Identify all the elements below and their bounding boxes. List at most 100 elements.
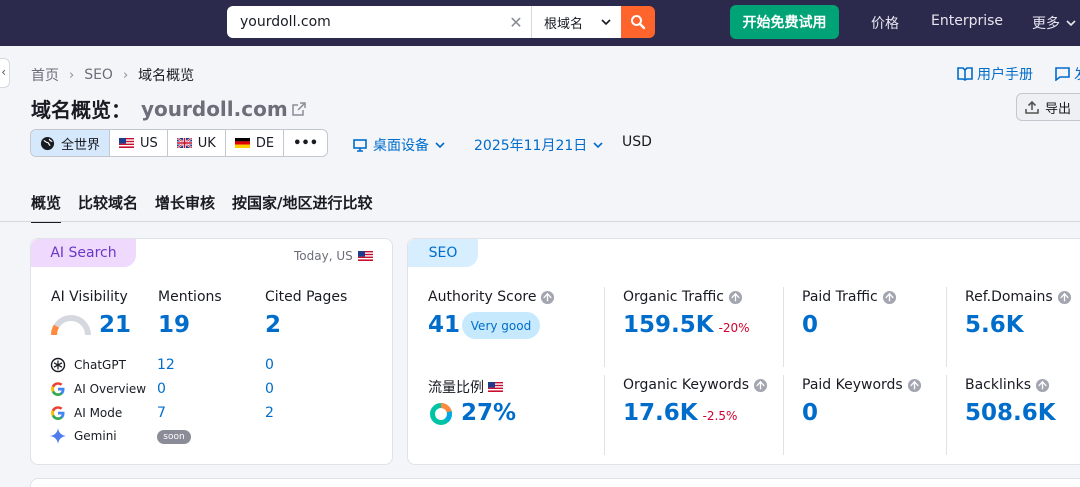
authority-score-value[interactable]: 41: [428, 312, 460, 338]
chatgpt-icon: [50, 357, 66, 373]
organic-traffic-text: Organic Traffic: [623, 289, 724, 305]
ai-visibility-value[interactable]: 21: [99, 312, 131, 338]
paid-keywords-text: Paid Keywords: [802, 377, 903, 393]
feedback-link[interactable]: 发: [1055, 64, 1080, 84]
date-select[interactable]: 2025年11月21日: [474, 135, 603, 155]
breadcrumb-home[interactable]: 首页: [31, 65, 59, 85]
authority-score-label: Authority Score: [428, 289, 555, 305]
feedback-label: 发: [1074, 64, 1080, 84]
upload-icon: [1025, 100, 1039, 114]
tab-compare-domains[interactable]: 比较域名: [78, 192, 138, 223]
nav-more-label: 更多: [1032, 16, 1060, 32]
google-icon: [51, 382, 65, 396]
region-us-button[interactable]: US: [110, 130, 168, 156]
traffic-share-donut-icon: [430, 403, 452, 425]
metric-divider: [783, 375, 784, 455]
info-icon[interactable]: [728, 290, 743, 305]
organic-traffic-number: 159.5K: [623, 312, 714, 338]
organic-keywords-label: Organic Keywords: [623, 377, 768, 393]
organic-keywords-value[interactable]: 17.6K -2.5%: [623, 400, 737, 426]
ai-search-card: AI Search Today, US AI Visibility 21 Men…: [30, 238, 393, 465]
region-worldwide-label: 全世界: [61, 137, 101, 153]
ai-mode-cited[interactable]: 2: [265, 405, 274, 421]
paid-keywords-label: Paid Keywords: [802, 377, 922, 393]
free-trial-button[interactable]: 开始免费试用: [730, 5, 839, 39]
cited-pages-value[interactable]: 2: [265, 312, 281, 338]
nav-more-link[interactable]: 更多: [1032, 13, 1076, 33]
organic-traffic-delta: -20%: [718, 321, 750, 335]
ai-visibility-label: AI Visibility: [51, 289, 128, 305]
region-uk-button[interactable]: UK: [168, 130, 226, 156]
info-icon[interactable]: [882, 290, 897, 305]
ai-row-chatgpt-label: ChatGPT: [74, 358, 126, 372]
flag-us-icon: [357, 251, 373, 261]
scope-label: 根域名: [544, 16, 584, 32]
ai-mode-mentions[interactable]: 7: [157, 405, 166, 421]
region-uk-label: UK: [197, 135, 216, 151]
nav-enterprise-link[interactable]: Enterprise: [931, 13, 1003, 29]
ref-domains-text: Ref.Domains: [965, 289, 1053, 305]
ai-overview-cited[interactable]: 0: [265, 381, 274, 397]
page-title-domain[interactable]: yourdoll.com: [141, 97, 288, 121]
breadcrumb-current: 域名概览: [138, 68, 195, 84]
search-icon: [631, 15, 646, 30]
chatgpt-cited[interactable]: 0: [265, 357, 274, 373]
device-label: 桌面设备: [373, 138, 429, 154]
today-label: Today, US: [294, 249, 373, 263]
traffic-share-value[interactable]: 27%: [461, 400, 516, 426]
region-us-label: US: [140, 135, 158, 151]
backlinks-label: Backlinks: [965, 377, 1050, 393]
metric-divider: [604, 287, 605, 367]
export-button[interactable]: 导出: [1016, 93, 1080, 121]
google-icon: [51, 406, 65, 420]
organic-keywords-number: 17.6K: [623, 400, 698, 426]
device-select[interactable]: 桌面设备: [353, 135, 445, 155]
ref-domains-value[interactable]: 5.6K: [965, 312, 1024, 338]
desktop-icon: [353, 138, 367, 152]
ai-row-ai-mode: AI Mode: [50, 405, 122, 421]
region-more-button[interactable]: •••: [284, 130, 327, 156]
flag-us-icon: [488, 382, 503, 392]
ai-row-gemini: Gemini: [50, 428, 117, 444]
nav-price-link[interactable]: 价格: [871, 13, 899, 33]
chevron-right-icon: ›: [122, 67, 129, 83]
paid-keywords-value[interactable]: 0: [802, 400, 818, 426]
mentions-value[interactable]: 19: [158, 312, 190, 338]
chevron-right-icon: ›: [69, 67, 75, 83]
info-icon[interactable]: [1057, 290, 1072, 305]
chatgpt-mentions[interactable]: 12: [157, 357, 175, 373]
organic-traffic-value[interactable]: 159.5K -20%: [623, 312, 750, 338]
info-icon[interactable]: [907, 378, 922, 393]
user-manual-link[interactable]: 用户手册: [957, 64, 1033, 84]
info-icon[interactable]: [1035, 378, 1050, 393]
chevron-left-icon: ‹: [1, 65, 6, 79]
region-worldwide-button[interactable]: 全世界: [31, 130, 111, 156]
authority-score-text: Authority Score: [428, 289, 537, 305]
sidebar-collapse-button[interactable]: ‹: [0, 58, 10, 88]
search-query[interactable]: yourdoll.com: [227, 14, 501, 30]
metric-divider: [946, 287, 947, 367]
backlinks-value[interactable]: 508.6K: [965, 400, 1056, 426]
clear-icon[interactable]: ✕: [501, 13, 531, 32]
tab-compare-countries[interactable]: 按国家/地区进行比较: [232, 192, 372, 223]
external-link-icon[interactable]: [291, 101, 306, 116]
more-icon: •••: [293, 135, 319, 151]
region-de-button[interactable]: DE: [226, 130, 285, 156]
ai-overview-mentions[interactable]: 0: [157, 381, 166, 397]
ai-search-pill: AI Search: [31, 239, 136, 267]
tab-overview[interactable]: 概览: [31, 192, 62, 223]
tab-divider: [0, 221, 1080, 222]
search-button[interactable]: [621, 6, 655, 38]
info-icon[interactable]: [753, 378, 768, 393]
breadcrumb-seo[interactable]: SEO: [84, 67, 113, 83]
tab-growth-review[interactable]: 增长审核: [155, 192, 215, 223]
gemini-icon: [50, 428, 66, 444]
search-input[interactable]: yourdoll.com ✕: [227, 6, 531, 38]
paid-traffic-value[interactable]: 0: [802, 312, 818, 338]
soon-badge: soon: [157, 430, 191, 444]
comment-icon: [1055, 67, 1070, 81]
next-section-card: [30, 478, 1080, 487]
scope-select[interactable]: 根域名: [531, 6, 621, 38]
chevron-down-icon: [1066, 20, 1076, 26]
info-icon[interactable]: [540, 290, 555, 305]
